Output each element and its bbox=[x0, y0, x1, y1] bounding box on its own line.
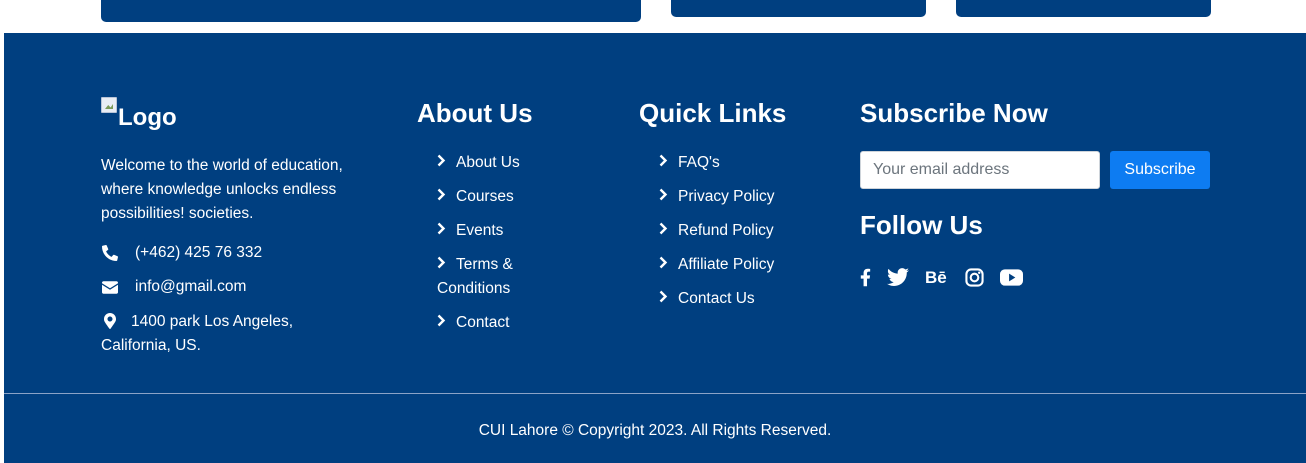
social-links: Bē bbox=[860, 265, 1039, 289]
email-subscribe-input[interactable] bbox=[860, 151, 1100, 189]
instagram-icon[interactable] bbox=[965, 265, 984, 289]
subscribe-heading: Subscribe Now bbox=[860, 98, 1048, 128]
street-address: 1400 park Los Angeles, California, US. bbox=[101, 313, 294, 354]
phone-icon bbox=[101, 244, 119, 262]
footer: Logo Welcome to the world of education, … bbox=[4, 33, 1306, 463]
twitter-icon[interactable] bbox=[887, 265, 909, 289]
chevron-right-icon bbox=[437, 311, 449, 335]
svg-text:Bē: Bē bbox=[925, 269, 947, 285]
footer-link-events[interactable]: Events bbox=[437, 219, 567, 243]
about-us-heading: About Us bbox=[417, 98, 533, 128]
chevron-right-icon bbox=[659, 219, 671, 243]
footer-link-refund-policy[interactable]: Refund Policy bbox=[659, 219, 819, 243]
chevron-right-icon bbox=[437, 151, 449, 175]
contact-address: 1400 park Los Angeles, California, US. bbox=[101, 309, 361, 358]
about-us-links: About Us Courses Events Terms & Conditio… bbox=[437, 151, 567, 345]
logo[interactable]: Logo bbox=[101, 97, 177, 131]
follow-us-heading: Follow Us bbox=[860, 210, 983, 240]
email-address: info@gmail.com bbox=[135, 278, 247, 295]
broken-image-icon bbox=[101, 97, 117, 113]
footer-link-contact-us[interactable]: Contact Us bbox=[659, 287, 819, 311]
chevron-right-icon bbox=[659, 151, 671, 175]
chevron-right-icon bbox=[437, 219, 449, 243]
footer-divider bbox=[4, 393, 1306, 394]
footer-link-courses[interactable]: Courses bbox=[437, 185, 567, 209]
chevron-right-icon bbox=[659, 185, 671, 209]
footer-link-about-us[interactable]: About Us bbox=[437, 151, 567, 175]
subscribe-button[interactable]: Subscribe bbox=[1110, 151, 1210, 189]
envelope-icon bbox=[101, 278, 119, 296]
footer-link-privacy-policy[interactable]: Privacy Policy bbox=[659, 185, 819, 209]
chevron-right-icon bbox=[437, 185, 449, 209]
footer-link-contact[interactable]: Contact bbox=[437, 311, 567, 335]
contact-phone: (+462) 425 76 332 bbox=[101, 241, 262, 265]
behance-icon[interactable]: Bē bbox=[925, 265, 949, 289]
logo-alt-text: Logo bbox=[118, 104, 177, 131]
top-card bbox=[101, 0, 641, 22]
footer-link-terms[interactable]: Terms & Conditions bbox=[437, 253, 567, 301]
chevron-right-icon bbox=[659, 253, 671, 277]
facebook-icon[interactable] bbox=[860, 265, 871, 289]
top-card bbox=[671, 0, 926, 17]
phone-number: (+462) 425 76 332 bbox=[135, 244, 263, 261]
chevron-right-icon bbox=[437, 253, 449, 277]
copyright-text: CUI Lahore © Copyright 2023. All Rights … bbox=[478, 422, 832, 439]
contact-email: info@gmail.com bbox=[101, 275, 246, 299]
footer-link-faqs[interactable]: FAQ's bbox=[659, 151, 819, 175]
chevron-right-icon bbox=[659, 287, 671, 311]
youtube-icon[interactable] bbox=[1000, 265, 1023, 289]
top-card bbox=[956, 0, 1211, 17]
map-marker-icon bbox=[101, 312, 119, 330]
footer-link-affiliate-policy[interactable]: Affiliate Policy bbox=[659, 253, 819, 277]
footer-description: Welcome to the world of education, where… bbox=[101, 157, 343, 222]
quick-links-heading: Quick Links bbox=[639, 98, 787, 128]
quick-links-list: FAQ's Privacy Policy Refund Policy Affil… bbox=[659, 151, 819, 321]
